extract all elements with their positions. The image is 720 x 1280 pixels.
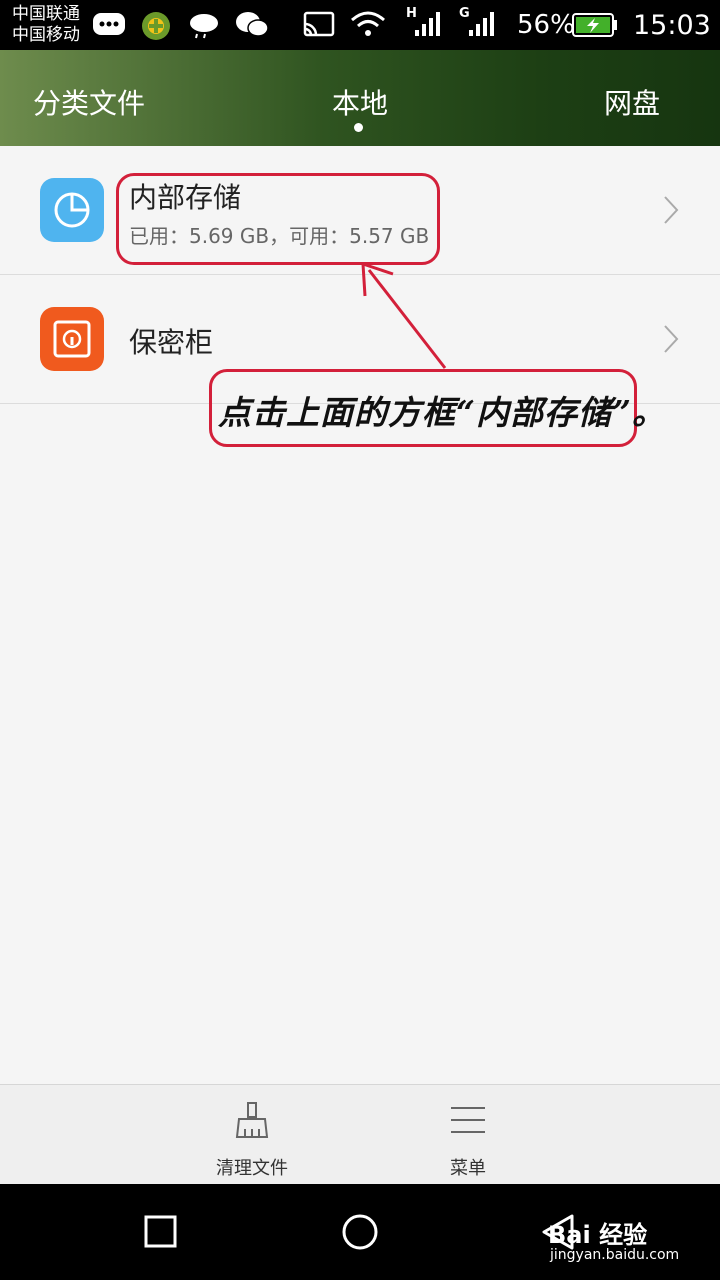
baidu-watermark: Bai 经验 bbox=[548, 1221, 648, 1249]
safe-icon bbox=[40, 307, 104, 371]
signal-strength-1-icon bbox=[415, 12, 440, 36]
tab-categories[interactable]: 分类文件 bbox=[33, 82, 145, 122]
carrier-2: 中国移动 bbox=[12, 25, 80, 45]
chevron-right-icon bbox=[664, 196, 679, 224]
clock: 15:03 bbox=[633, 10, 711, 41]
carrier-info: 中国联通 中国移动 bbox=[12, 4, 80, 46]
tab-cloud-drive[interactable]: 网盘 bbox=[604, 82, 660, 122]
security-app-icon bbox=[142, 12, 170, 40]
message-icon bbox=[93, 13, 125, 35]
weather-cloud-icon bbox=[190, 14, 218, 39]
clean-files-label: 清理文件 bbox=[216, 1158, 288, 1179]
broom-icon bbox=[235, 1102, 269, 1138]
menu-button[interactable]: 菜单 bbox=[398, 1085, 538, 1185]
home-button[interactable] bbox=[341, 1213, 379, 1251]
battery-charging-icon bbox=[572, 13, 617, 37]
menu-label: 菜单 bbox=[450, 1158, 486, 1179]
active-tab-indicator bbox=[354, 123, 363, 132]
menu-icon bbox=[451, 1107, 485, 1133]
tab-local[interactable]: 本地 bbox=[332, 82, 388, 122]
chevron-right-icon bbox=[664, 325, 679, 353]
status-bar: 中国联通 中国移动 H G 56% 15:03 bbox=[0, 0, 720, 50]
annotation-highlight-box bbox=[116, 173, 440, 265]
battery-percentage: 56% bbox=[517, 10, 575, 40]
signal-strength-2-icon bbox=[469, 12, 494, 36]
safe-title: 保密柜 bbox=[129, 326, 214, 359]
tab-bar: 分类文件 本地 网盘 bbox=[0, 50, 720, 146]
clean-files-button[interactable]: 清理文件 bbox=[182, 1085, 322, 1185]
annotation-arrow-icon bbox=[361, 262, 447, 369]
wifi-icon bbox=[351, 11, 385, 36]
carrier-1: 中国联通 bbox=[12, 4, 80, 24]
bottom-toolbar: 清理文件 菜单 bbox=[0, 1084, 720, 1185]
cast-icon bbox=[303, 11, 335, 37]
wechat-icon bbox=[236, 12, 269, 37]
baidu-watermark-url: jingyan.baidu.com bbox=[550, 1247, 680, 1263]
pie-chart-icon bbox=[40, 178, 104, 242]
recent-apps-button[interactable] bbox=[144, 1215, 178, 1249]
annotation-text: 点击上面的方框“内部存储”。 bbox=[218, 393, 666, 432]
